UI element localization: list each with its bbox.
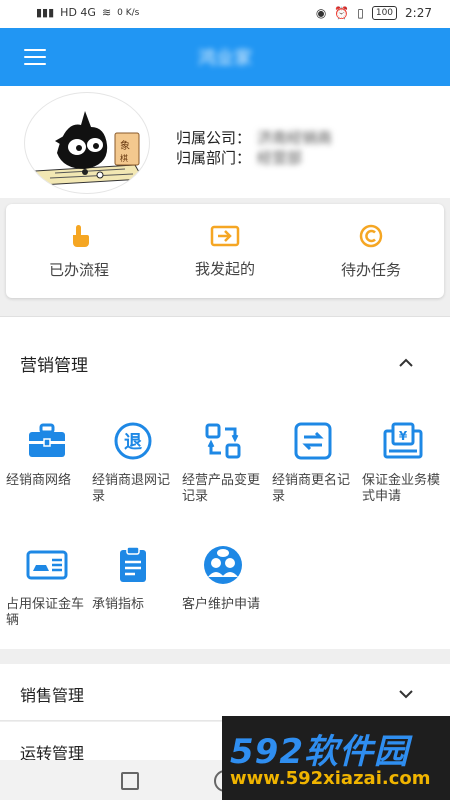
chevron-down-icon[interactable] <box>398 684 414 703</box>
grid-item-label: 承销指标 <box>92 597 145 612</box>
grid-item-label: 经销商更名记录 <box>272 473 351 504</box>
grid-item-underwriting-target[interactable]: 承销指标 <box>88 545 178 613</box>
grid-item-label: 保证金业务模式申请 <box>362 473 441 504</box>
grid-item-label: 客户维护申请 <box>182 597 261 612</box>
company-row: 归属公司： 济南经销商 <box>176 128 332 148</box>
avatar[interactable]: 象 棋 <box>24 92 150 194</box>
department-value: 经营部 <box>257 149 303 167</box>
marketing-section-title: 营销管理 <box>20 356 88 376</box>
marketing-section: 营销管理 经销商网络 退 经销商退网记录 经营产品变更记录 经销商更名记录 ¥ … <box>0 316 450 649</box>
quick-action-done[interactable]: 已办流程 <box>6 204 152 298</box>
grid-item-customer-maintenance[interactable]: 客户维护申请 <box>178 545 268 613</box>
alarm-icon: ⏰ <box>334 6 350 20</box>
quick-action-todo[interactable]: 待办任务 <box>298 204 444 298</box>
quick-actions-card: 已办流程 我发起的 待办任务 <box>6 204 444 298</box>
company-label: 归属公司： <box>176 129 252 147</box>
grid-item-dealer-rename[interactable]: 经销商更名记录 <box>268 421 358 505</box>
rename-icon <box>291 421 335 461</box>
page-title: 鸿业家 <box>198 48 252 69</box>
grid-item-dealer-withdraw[interactable]: 退 经销商退网记录 <box>88 421 178 505</box>
sales-section-title: 销售管理 <box>20 686 85 705</box>
svg-text:象: 象 <box>120 140 130 152</box>
sales-section[interactable]: 销售管理 <box>0 664 450 721</box>
svg-text:棋: 棋 <box>120 153 128 163</box>
company-value: 济南经销商 <box>257 129 333 147</box>
grid-item-label: 经销商退网记录 <box>92 473 171 504</box>
svg-text:¥: ¥ <box>399 429 408 443</box>
grid-item-product-change[interactable]: 经营产品变更记录 <box>178 421 268 505</box>
watermark: 592软件园 www.592xiazai.com <box>222 716 450 800</box>
car-card-icon <box>25 545 69 585</box>
quick-action-initiated-label: 我发起的 <box>194 259 255 278</box>
battery-icon: 100 <box>371 6 398 20</box>
vibrate-icon: ▯ <box>357 6 364 20</box>
watermark-brand: 592软件园 <box>230 732 409 772</box>
grid-item-deposit-mode[interactable]: ¥ 保证金业务模式申请 <box>358 421 448 505</box>
exchange-icon <box>201 421 245 461</box>
grid-item-label: 占用保证金车辆 <box>6 597 85 628</box>
status-bar: ▮▮▮ HD 4G ≋ 0 K/s ◉ ⏰ ▯ 100 2:27 <box>0 0 450 28</box>
profile-panel: 象 棋 归属公司： 济南经销商 归属部门： 经营部 <box>0 86 450 198</box>
chevron-up-icon[interactable] <box>398 353 414 372</box>
grid-item-dealer-network[interactable]: 经销商网络 <box>2 421 92 489</box>
cat-chess-avatar-icon: 象 棋 <box>34 111 144 186</box>
clipboard-icon <box>111 545 155 585</box>
withdraw-icon: 退 <box>111 421 155 461</box>
department-row: 归属部门： 经营部 <box>176 148 332 168</box>
app-header: 鸿业家 <box>0 28 450 86</box>
quick-action-done-label: 已办流程 <box>48 260 109 279</box>
briefcase-icon <box>25 421 69 461</box>
watermark-url: www.592xiazai.com <box>230 768 431 789</box>
wifi-icon: ≋ <box>101 6 112 19</box>
recents-button[interactable] <box>121 772 139 790</box>
grid-item-deposit-vehicles[interactable]: 占用保证金车辆 <box>2 545 92 629</box>
speed-label: 0 K/s <box>117 7 140 18</box>
signal-icon: ▮▮▮ <box>36 6 55 19</box>
department-label: 归属部门： <box>176 149 252 167</box>
quick-action-todo-label: 待办任务 <box>340 260 401 279</box>
copyright-icon <box>358 223 384 249</box>
hand-tap-icon <box>67 223 91 249</box>
customers-icon <box>201 545 245 585</box>
svg-text:退: 退 <box>124 432 142 453</box>
eye-icon: ◉ <box>315 6 327 20</box>
deposit-icon: ¥ <box>381 421 425 461</box>
network-label: HD 4G <box>60 6 96 19</box>
clock: 2:27 <box>405 6 432 20</box>
send-icon <box>210 224 240 248</box>
grid-item-label: 经营产品变更记录 <box>182 473 261 504</box>
grid-item-label: 经销商网络 <box>6 473 72 488</box>
quick-action-initiated[interactable]: 我发起的 <box>152 204 298 298</box>
